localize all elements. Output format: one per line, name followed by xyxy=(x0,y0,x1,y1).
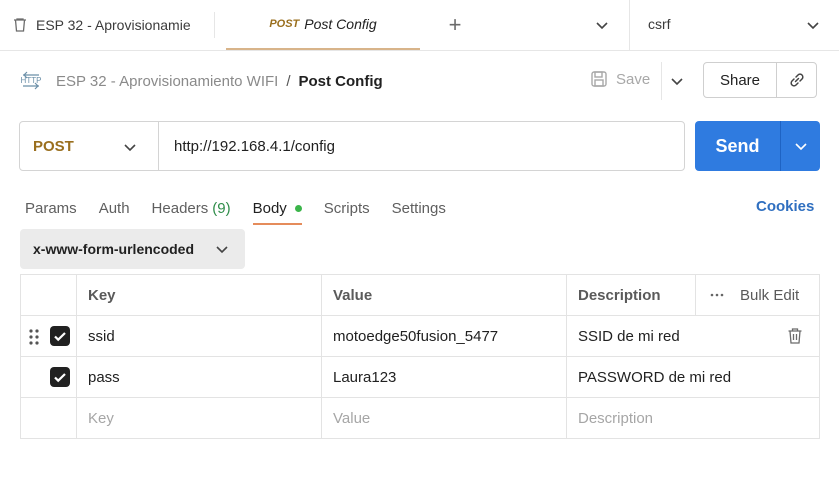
tab-divider xyxy=(214,12,215,38)
body-type-chevron-down-icon xyxy=(215,242,229,261)
share-button[interactable]: Share xyxy=(704,63,777,97)
send-chevron-down-icon xyxy=(794,139,808,153)
table-row-placeholder: Key Value Description xyxy=(21,398,819,439)
tab-scripts-label: Scripts xyxy=(323,199,370,217)
http-icon: HTTP xyxy=(20,70,42,92)
send-options-button[interactable] xyxy=(781,121,820,171)
tab-body-label: Body xyxy=(252,199,287,217)
table-row: pass Laura123 PASSWORD de mi red xyxy=(21,357,819,398)
row-enabled-checkbox[interactable] xyxy=(50,367,70,387)
link-icon xyxy=(788,71,806,89)
method-value: POST xyxy=(33,137,74,155)
row-enabled-checkbox[interactable] xyxy=(50,326,70,346)
bulk-edit-label: Bulk Edit xyxy=(740,286,800,304)
request-subtabs: Params Auth Headers (9) Body Scripts Set… xyxy=(25,193,468,225)
request-url-bar: POST http://192.168.4.1/config xyxy=(19,121,685,171)
breadcrumb: HTTP ESP 32 - Aprovisionamiento WIFI / P… xyxy=(20,66,383,96)
copy-link-button[interactable] xyxy=(777,63,816,97)
tab-scripts[interactable]: Scripts xyxy=(324,193,370,223)
save-divider xyxy=(661,62,662,100)
new-description-input[interactable]: Description xyxy=(578,398,653,438)
environment-selector[interactable]: csrf xyxy=(648,16,671,32)
save-icon xyxy=(590,70,608,88)
param-description-cell[interactable]: SSID de mi red xyxy=(578,316,680,356)
param-value-cell[interactable]: motoedge50fusion_5477 xyxy=(333,316,498,356)
environment-chevron-down-icon[interactable] xyxy=(806,18,820,37)
new-tab-plus-icon[interactable]: + xyxy=(444,14,466,36)
save-button[interactable]: Save xyxy=(590,70,650,88)
headers-count: (9) xyxy=(212,199,231,217)
more-horizontal-icon xyxy=(710,292,724,298)
body-type-value: x-www-form-urlencoded xyxy=(33,241,195,257)
param-value-cell[interactable]: Laura123 xyxy=(333,357,396,397)
form-params-table: Key Value Description Bulk Edit ssid mot… xyxy=(20,274,820,439)
column-header-value: Value xyxy=(333,286,373,304)
save-options-chevron-down-icon[interactable] xyxy=(670,74,684,93)
table-row: ssid motoedge50fusion_5477 SSID de mi re… xyxy=(21,316,819,357)
tab-strip: ESP 32 - Aprovisionamie POST Post Config… xyxy=(0,0,839,51)
param-key-cell[interactable]: pass xyxy=(88,357,120,397)
tabs-chevron-down-icon[interactable] xyxy=(595,18,609,37)
send-group: Send xyxy=(695,121,820,171)
checkmark-icon xyxy=(54,373,66,383)
param-key-cell[interactable]: ssid xyxy=(88,316,115,356)
body-status-dot xyxy=(294,204,302,212)
delete-row-trash-icon[interactable] xyxy=(787,327,803,350)
tab-headers[interactable]: Headers (9) xyxy=(152,193,231,223)
tab-params-label: Params xyxy=(25,199,77,217)
tab-params[interactable]: Params xyxy=(25,193,77,223)
body-type-selector[interactable]: x-www-form-urlencoded xyxy=(20,229,245,269)
param-description-cell[interactable]: PASSWORD de mi red xyxy=(578,357,731,397)
tab-auth[interactable]: Auth xyxy=(99,193,130,223)
bulk-edit-button[interactable]: Bulk Edit xyxy=(710,275,799,315)
checkmark-icon xyxy=(54,332,66,342)
drag-handle-icon[interactable] xyxy=(28,328,40,351)
env-divider xyxy=(629,0,630,50)
column-header-key: Key xyxy=(88,286,116,304)
tab-post-config[interactable]: POST Post Config xyxy=(226,0,420,50)
tab-post-config-label: Post Config xyxy=(304,16,377,32)
save-label: Save xyxy=(616,70,651,88)
method-selector[interactable]: POST xyxy=(20,122,159,170)
send-button[interactable]: Send xyxy=(695,121,781,171)
share-group: Share xyxy=(703,62,817,98)
bulk-divider xyxy=(695,275,696,315)
tab-method-badge: POST xyxy=(269,18,300,30)
breadcrumb-request-name[interactable]: Post Config xyxy=(299,73,383,90)
new-value-input[interactable]: Value xyxy=(333,398,370,438)
table-header-row: Key Value Description Bulk Edit xyxy=(21,275,819,316)
breadcrumb-collection[interactable]: ESP 32 - Aprovisionamiento WIFI xyxy=(56,73,278,90)
tab-settings-label: Settings xyxy=(391,199,446,217)
tab-collection[interactable]: ESP 32 - Aprovisionamie xyxy=(0,0,214,50)
breadcrumb-separator: / xyxy=(286,72,291,90)
tab-body[interactable]: Body xyxy=(252,193,302,225)
url-input[interactable]: http://192.168.4.1/config xyxy=(159,138,335,155)
method-chevron-down-icon xyxy=(123,140,137,159)
tab-headers-label: Headers xyxy=(151,199,209,217)
cookies-link[interactable]: Cookies xyxy=(756,198,814,215)
trash-icon[interactable] xyxy=(12,17,28,33)
tab-collection-label: ESP 32 - Aprovisionamie xyxy=(36,17,191,33)
svg-text:HTTP: HTTP xyxy=(21,76,42,85)
column-header-description: Description xyxy=(578,286,661,304)
tab-auth-label: Auth xyxy=(98,199,130,217)
tab-settings[interactable]: Settings xyxy=(392,193,446,223)
new-key-input[interactable]: Key xyxy=(88,398,114,438)
